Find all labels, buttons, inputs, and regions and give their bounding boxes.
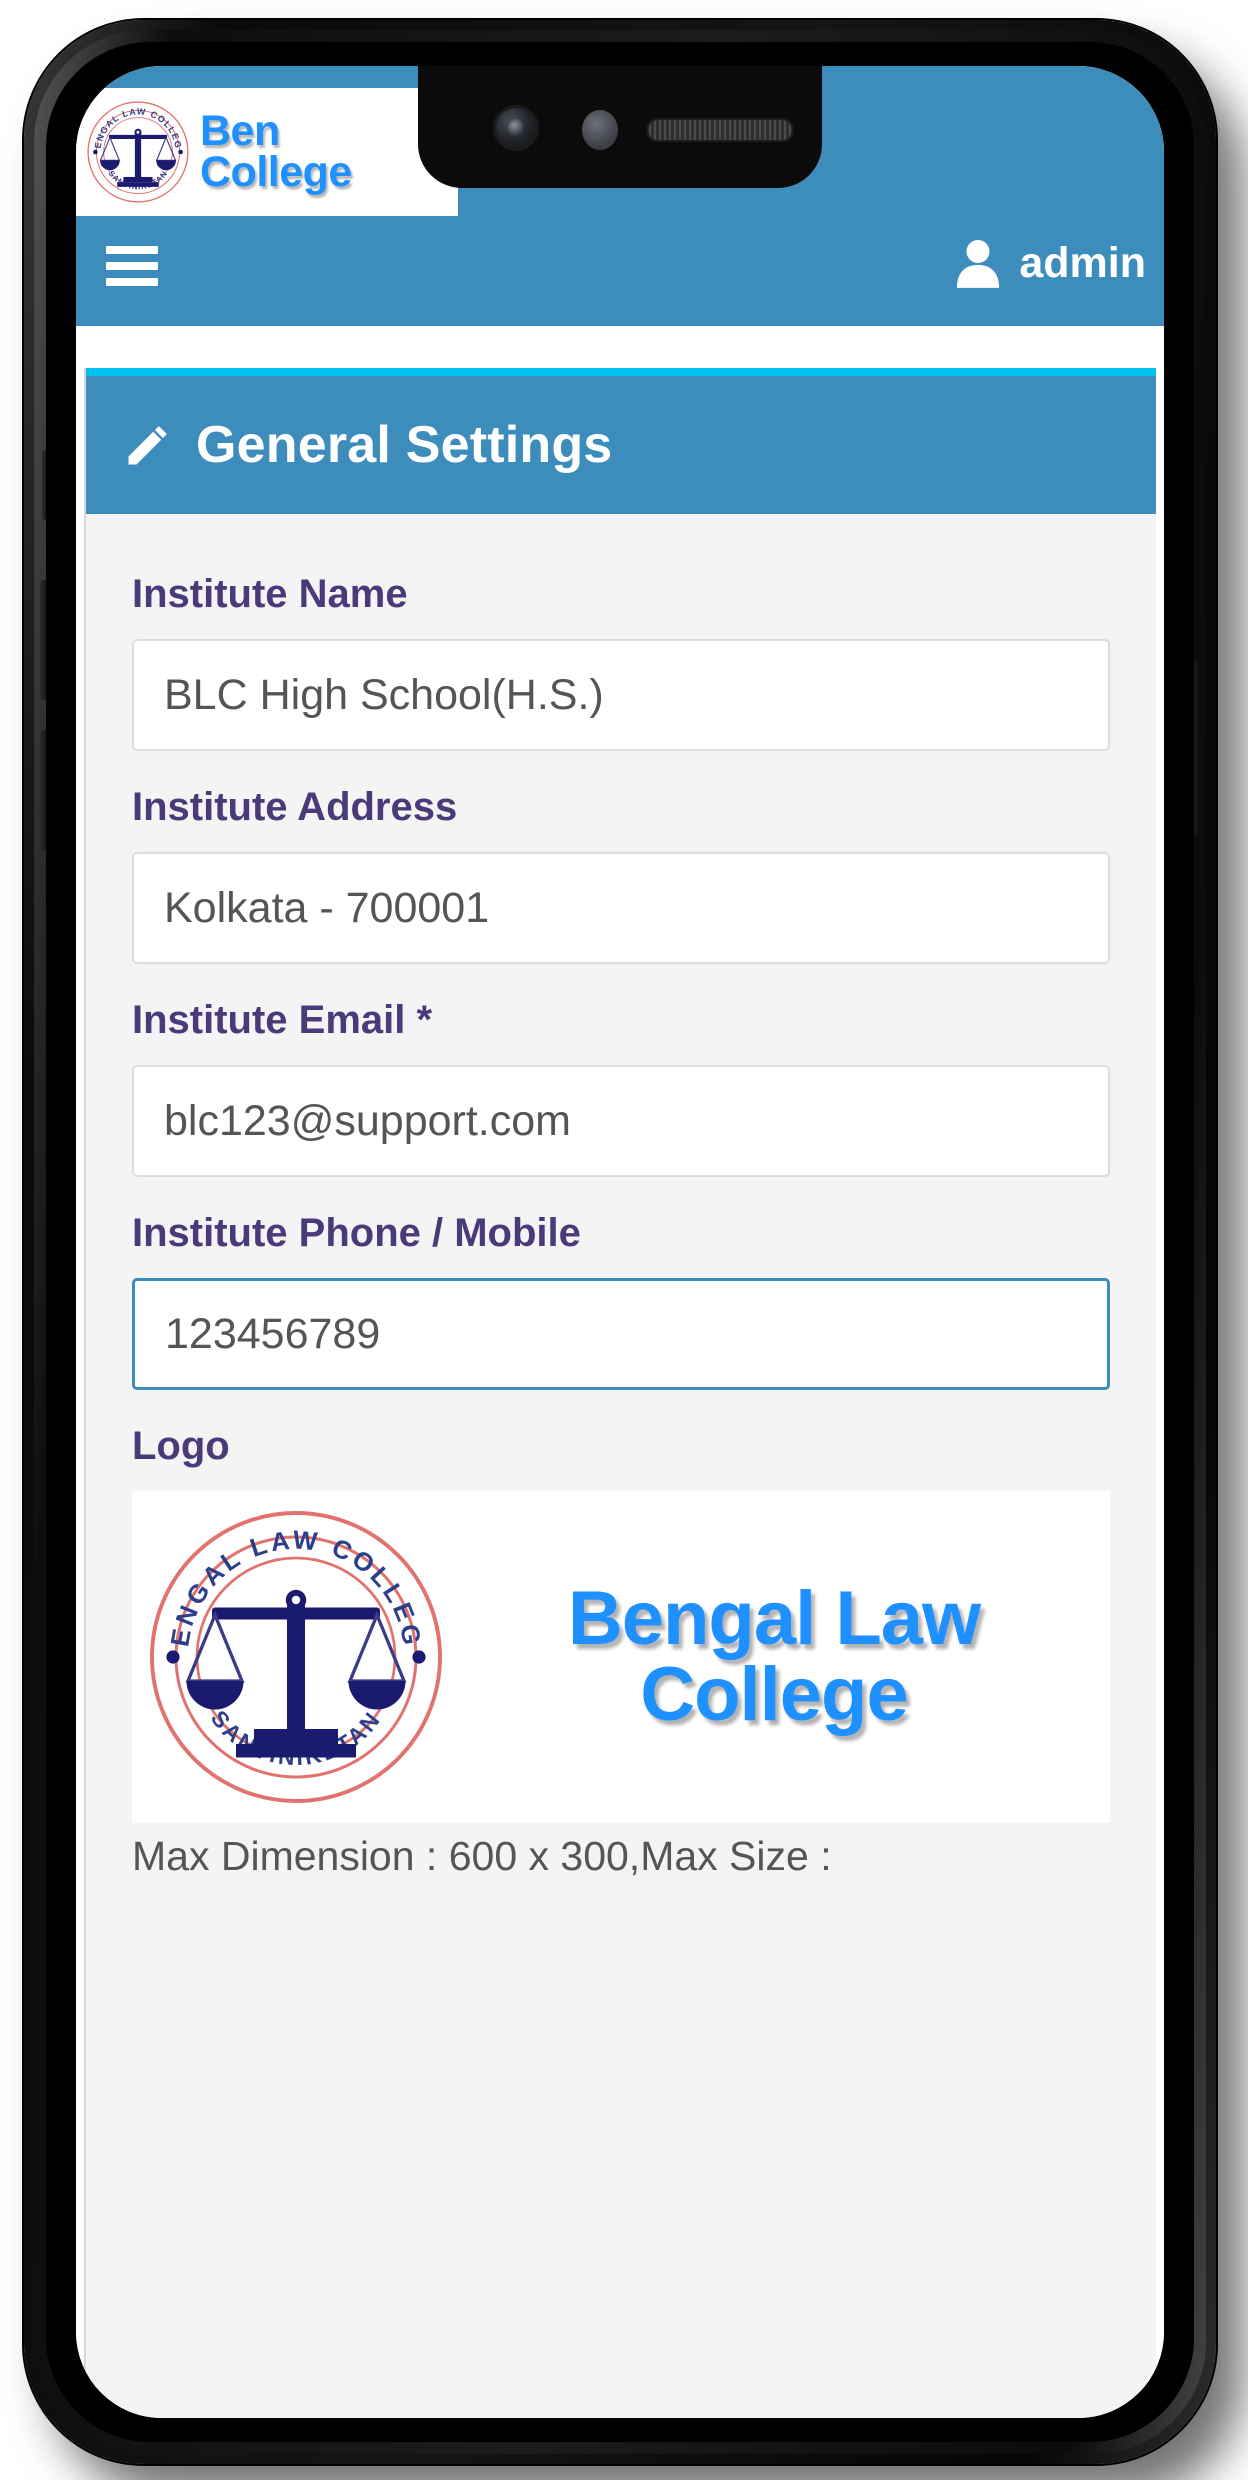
field-institute-email: Institute Email * blc123@support.com <box>132 998 1110 1177</box>
user-icon <box>955 238 1001 288</box>
institute-name-input[interactable]: BLC High School(H.S.) <box>132 639 1110 751</box>
institute-email-label: Institute Email * <box>132 998 433 1042</box>
logo-wordmark-line2: College <box>640 1652 909 1737</box>
field-institute-name: Institute Name BLC High School(H.S.) <box>132 572 1110 751</box>
brand-wordmark: Ben College <box>200 106 352 196</box>
hamburger-icon[interactable] <box>106 246 158 290</box>
bengal-law-college-seal-icon: BENGAL LAW COLLEGE SANTINIKETAN <box>146 1507 446 1807</box>
user-name-label: admin <box>1019 238 1146 287</box>
phone-notch <box>418 66 822 188</box>
volume-down-button[interactable] <box>40 730 51 850</box>
general-settings-form: Institute Name BLC High School(H.S.) Ins… <box>86 514 1156 1880</box>
institute-phone-input[interactable]: 123456789 <box>132 1278 1110 1390</box>
web-page: BENGAL LAW COLLEGE SANTINIKETAN <box>76 66 1164 2418</box>
camera-lens-icon <box>508 119 524 137</box>
brand-wordmark-line1: Ben <box>200 106 280 155</box>
pencil-icon <box>122 419 174 471</box>
navbar-spacer <box>76 326 1164 368</box>
logo-wordmark-line1: Bengal Law <box>567 1576 981 1661</box>
user-menu[interactable]: admin <box>955 238 1146 288</box>
panel-header: General Settings <box>86 368 1156 514</box>
institute-email-input[interactable]: blc123@support.com <box>132 1065 1110 1177</box>
institute-address-label: Institute Address <box>132 785 458 829</box>
field-institute-phone: Institute Phone / Mobile 123456789 <box>132 1211 1110 1390</box>
proximity-sensor-icon <box>582 110 618 150</box>
power-button[interactable] <box>1189 660 1200 835</box>
phone-screen: BENGAL LAW COLLEGE SANTINIKETAN <box>76 66 1164 2418</box>
hamburger-bar <box>106 246 158 254</box>
top-navbar: admin <box>76 216 1164 326</box>
bengal-law-college-seal-icon: BENGAL LAW COLLEGE SANTINIKETAN <box>86 100 190 204</box>
hamburger-bar <box>106 278 158 286</box>
field-logo: Logo B <box>132 1424 1110 1880</box>
institute-phone-label: Institute Phone / Mobile <box>132 1211 581 1255</box>
front-camera-icon <box>496 108 536 148</box>
institute-name-label: Institute Name <box>132 572 408 616</box>
logo-preview-image[interactable]: BENGAL LAW COLLEGE SANTINIKETAN <box>132 1491 1110 1823</box>
brand-logo[interactable]: BENGAL LAW COLLEGE SANTINIKETAN <box>76 88 458 216</box>
brand-wordmark-line2: College <box>200 148 352 196</box>
logo-label: Logo <box>132 1424 230 1468</box>
institute-address-input[interactable]: Kolkata - 700001 <box>132 852 1110 964</box>
hamburger-bar <box>106 262 158 270</box>
page-title: General Settings <box>196 416 613 474</box>
content-area: General Settings Institute Name BLC High… <box>84 368 1156 2418</box>
earpiece-speaker-icon <box>646 118 794 142</box>
volume-up-button[interactable] <box>40 580 51 700</box>
field-institute-address: Institute Address Kolkata - 700001 <box>132 785 1110 964</box>
logo-size-hint: Max Dimension : 600 x 300,Max Size : <box>132 1833 832 1879</box>
logo-wordmark: Bengal Law College <box>452 1581 1096 1733</box>
silent-switch[interactable] <box>42 450 51 520</box>
